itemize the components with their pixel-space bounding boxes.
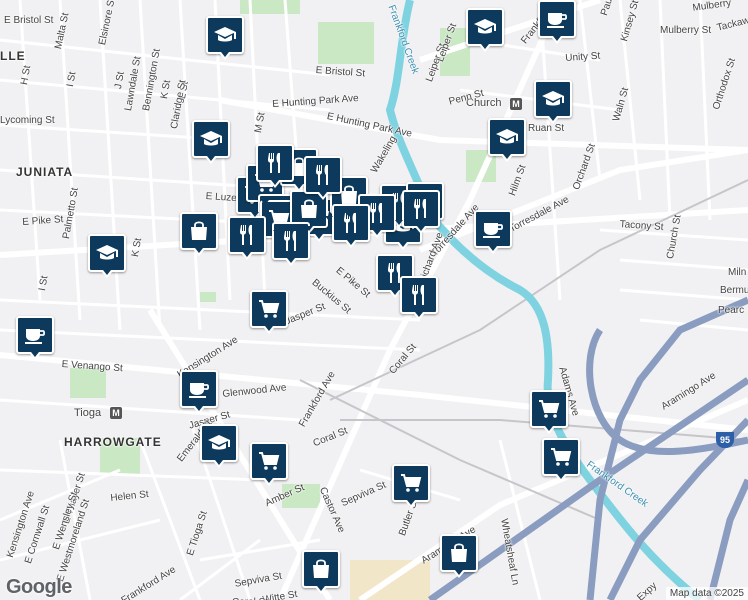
school-icon xyxy=(208,435,230,450)
place-marker-school[interactable] xyxy=(534,80,572,124)
place-marker-restaurant[interactable] xyxy=(332,204,370,248)
grocery-cart-icon xyxy=(259,452,280,470)
place-marker-school[interactable] xyxy=(206,16,244,60)
place-marker-grocery[interactable] xyxy=(530,390,568,434)
place-marker-grocery[interactable] xyxy=(250,442,288,486)
place-marker-school[interactable] xyxy=(192,120,230,164)
place-marker-shopping[interactable] xyxy=(440,534,478,578)
cafe-icon xyxy=(189,383,210,398)
place-marker-school[interactable] xyxy=(88,234,126,278)
map-base-layer xyxy=(0,0,748,600)
street-label: Miln xyxy=(728,267,747,278)
place-marker-restaurant[interactable] xyxy=(304,156,342,200)
transit-station-label[interactable]: Tioga xyxy=(74,408,101,419)
place-marker-shopping[interactable] xyxy=(180,212,218,256)
place-marker-restaurant[interactable] xyxy=(256,144,294,188)
street-label: E Bristol St xyxy=(4,15,54,26)
restaurant-icon xyxy=(284,231,296,251)
shopping-bag-icon xyxy=(191,221,207,240)
place-marker-school[interactable] xyxy=(200,424,238,468)
metro-icon: M xyxy=(110,407,122,419)
place-marker-grocery[interactable] xyxy=(392,464,430,508)
shopping-bag-icon xyxy=(313,559,329,578)
restaurant-icon xyxy=(268,153,280,173)
grocery-cart-icon xyxy=(401,474,422,492)
place-marker-restaurant[interactable] xyxy=(400,276,438,320)
school-icon xyxy=(200,131,222,146)
cafe-icon xyxy=(483,223,504,238)
neighborhood-label: HARROWGATE xyxy=(64,435,162,449)
place-marker-cafe[interactable] xyxy=(16,316,54,360)
school-icon xyxy=(496,129,518,144)
place-marker-cafe[interactable] xyxy=(474,210,512,254)
school-icon xyxy=(214,27,236,42)
place-marker-grocery[interactable] xyxy=(250,290,288,334)
school-icon xyxy=(474,19,496,34)
grocery-cart-icon xyxy=(539,400,560,418)
shopping-bag-icon xyxy=(451,543,467,562)
place-marker-restaurant[interactable] xyxy=(228,216,266,260)
restaurant-icon xyxy=(316,165,328,185)
street-label: Bermu xyxy=(720,285,748,296)
place-marker-shopping[interactable] xyxy=(302,550,340,594)
cafe-icon xyxy=(25,329,46,344)
place-marker-school[interactable] xyxy=(488,118,526,162)
place-marker-grocery[interactable] xyxy=(542,438,580,482)
map-canvas[interactable]: JUNIATA HARROWGATE LLE Church Tioga Frankford… xyxy=(0,0,748,600)
street-label: Lycoming St xyxy=(0,115,55,126)
metro-icon: M xyxy=(510,98,522,110)
street-label: Mulberry St xyxy=(660,25,712,36)
map-attribution[interactable]: Map data ©2025 xyxy=(665,587,748,600)
grocery-cart-icon xyxy=(259,300,280,318)
restaurant-icon xyxy=(240,225,252,245)
place-marker-cafe[interactable] xyxy=(538,0,576,44)
interstate-shield: 95 xyxy=(716,432,734,448)
street-label: Ruan St xyxy=(528,123,565,134)
place-marker-school[interactable] xyxy=(466,8,504,52)
neighborhood-label: JUNIATA xyxy=(16,165,74,179)
cafe-icon xyxy=(547,13,568,28)
school-icon xyxy=(542,91,564,106)
restaurant-icon xyxy=(412,285,424,305)
grocery-cart-icon xyxy=(551,448,572,466)
shopping-bag-icon xyxy=(301,199,317,218)
neighborhood-label: LLE xyxy=(0,49,26,63)
street-label: Pearc xyxy=(718,305,745,316)
google-logo: Google xyxy=(6,576,72,598)
place-marker-cafe[interactable] xyxy=(180,370,218,414)
school-icon xyxy=(96,245,118,260)
